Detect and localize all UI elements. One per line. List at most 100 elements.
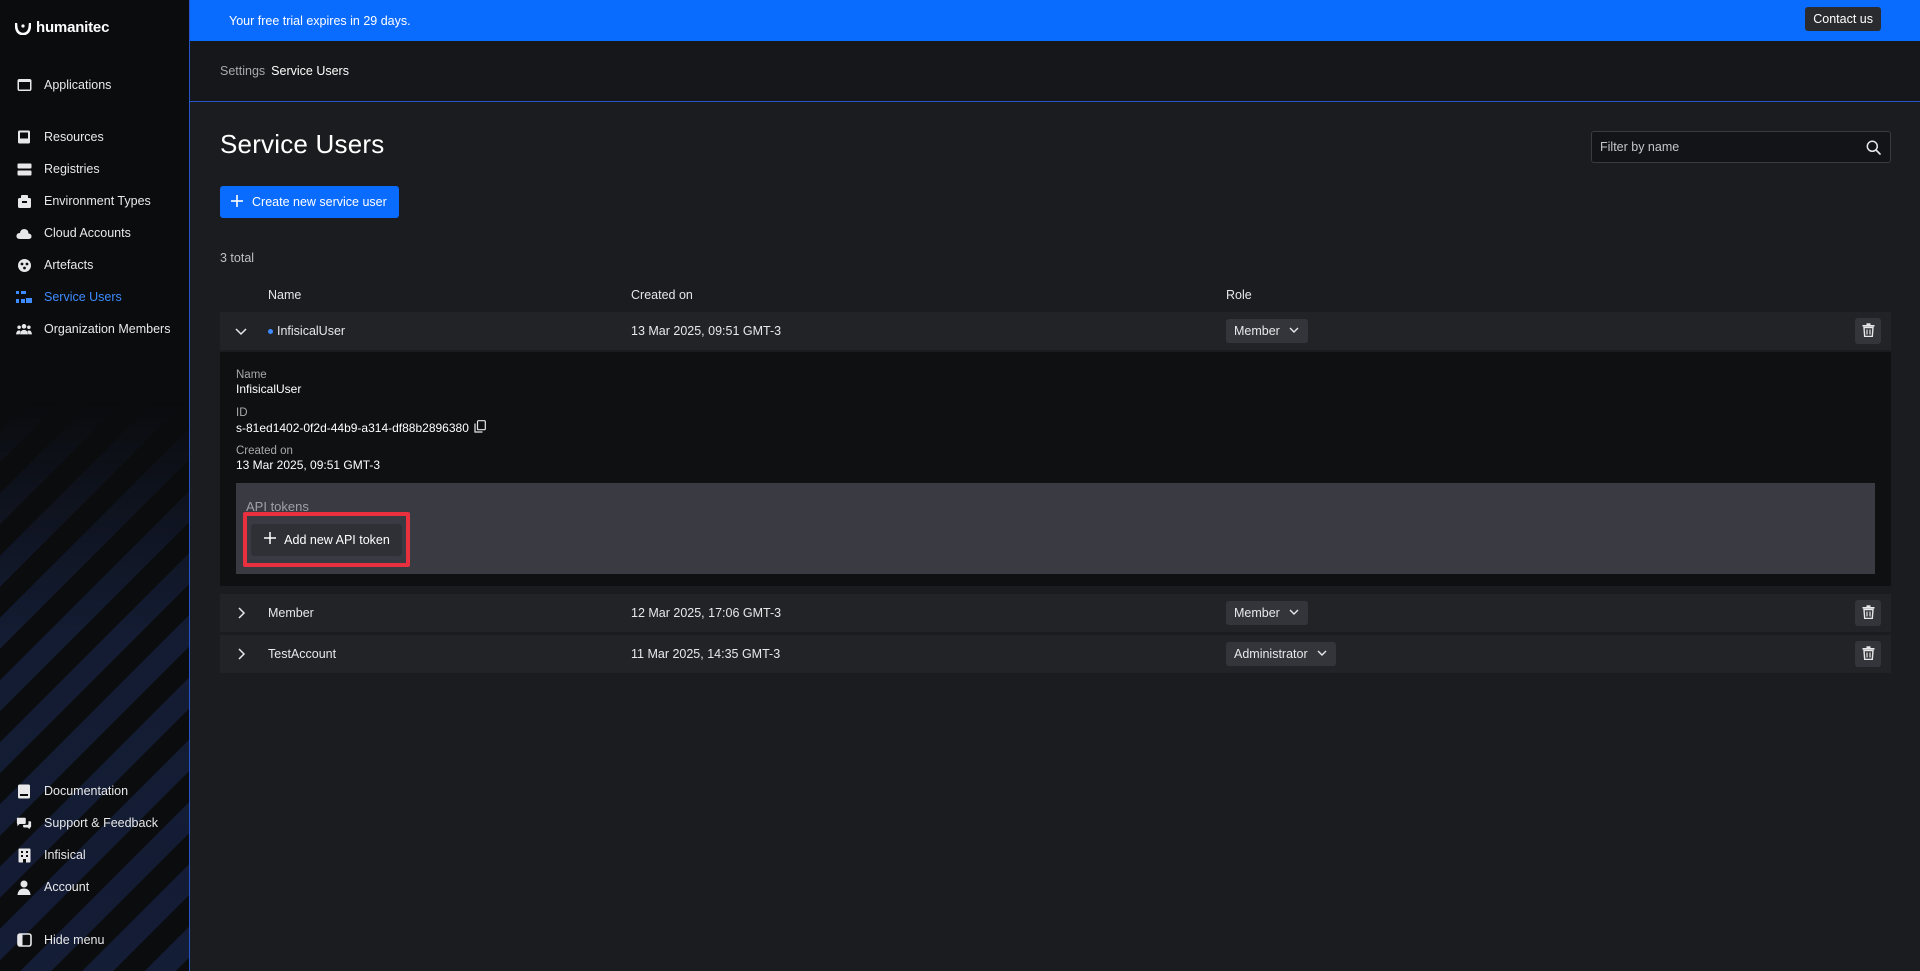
- sidebar-item-label: Cloud Accounts: [44, 226, 131, 240]
- sidebar-item-support-feedback[interactable]: Support & Feedback: [0, 810, 189, 836]
- sidebar-item-label: Organization Members: [44, 322, 171, 336]
- status-dot: [268, 328, 273, 334]
- chevron-down-icon: [1316, 647, 1328, 662]
- sidebar-item-label: Registries: [44, 162, 100, 176]
- sidebar-item-organization-members[interactable]: Organization Members: [0, 316, 189, 342]
- table-row[interactable]: TestAccount 11 Mar 2025, 14:35 GMT-3 Adm…: [220, 635, 1891, 673]
- sidebar-item-label: Environment Types: [44, 194, 151, 208]
- role-dropdown[interactable]: Member: [1226, 319, 1308, 343]
- sidebar-item-resources[interactable]: Resources: [0, 124, 189, 150]
- trash-icon: [1862, 322, 1875, 340]
- sidebar-item-label: Artefacts: [44, 258, 94, 272]
- sidebar-item-label: Resources: [44, 130, 104, 144]
- delete-button[interactable]: [1855, 641, 1881, 667]
- column-header-name: Name: [268, 288, 302, 302]
- trial-banner: Your free trial expires in 29 days. Cont…: [190, 0, 1920, 41]
- humanitec-logo[interactable]: humanitec: [14, 19, 109, 36]
- content-area: Service Users Create new service user 3 …: [190, 102, 1920, 971]
- sidebar-item-applications[interactable]: Applications: [0, 72, 189, 98]
- detail-id-label: ID: [236, 407, 248, 419]
- book-icon: [16, 783, 32, 799]
- sidebar-item-documentation[interactable]: Documentation: [0, 778, 189, 804]
- row-created: 11 Mar 2025, 14:35 GMT-3: [631, 647, 781, 661]
- artefacts-icon: [16, 257, 32, 273]
- role-value: Member: [1234, 606, 1280, 620]
- breadcrumb-current: Service Users: [271, 64, 349, 78]
- trial-message: Your free trial expires in 29 days.: [229, 13, 411, 28]
- sidebar-item-registries[interactable]: Registries: [0, 156, 189, 182]
- chat-icon: [16, 815, 32, 831]
- user-icon: [16, 879, 32, 895]
- detail-created-label: Created on: [236, 445, 293, 457]
- copy-icon[interactable]: [474, 420, 486, 436]
- sidebar-item-label: Applications: [44, 78, 112, 92]
- page-title: Service Users: [220, 129, 385, 159]
- add-api-token-button[interactable]: Add new API token: [251, 523, 402, 556]
- main-panel: Your free trial expires in 29 days. Cont…: [189, 0, 1920, 971]
- building-icon: [16, 847, 32, 863]
- detail-id-value: s-81ed1402-0f2d-44b9-a314-df88b2896380: [236, 420, 486, 436]
- create-service-user-label: Create new service user: [252, 195, 387, 209]
- role-value: Administrator: [1234, 647, 1308, 661]
- chevron-down-icon[interactable]: [234, 324, 248, 338]
- resources-icon: [16, 129, 32, 145]
- row-name: TestAccount: [268, 647, 337, 661]
- sidebar-item-label: Support & Feedback: [44, 816, 158, 830]
- create-service-user-button[interactable]: Create new service user: [220, 186, 399, 218]
- applications-icon: [16, 77, 32, 93]
- row-name-text: InfisicalUser: [277, 324, 346, 338]
- api-tokens-panel: API tokens Add new API token: [236, 483, 1875, 574]
- trash-icon: [1862, 604, 1875, 622]
- environment-types-icon: [16, 193, 32, 209]
- detail-name-value: InfisicalUser: [236, 382, 302, 396]
- row-name: InfisicalUser: [268, 324, 345, 338]
- humanitec-logo-icon: [14, 22, 32, 35]
- table-row[interactable]: Member 12 Mar 2025, 17:06 GMT-3 Member: [220, 594, 1891, 632]
- search-icon[interactable]: [1866, 140, 1881, 158]
- contact-us-button[interactable]: Contact us: [1805, 7, 1881, 31]
- chevron-right-icon[interactable]: [234, 606, 248, 620]
- role-value: Member: [1234, 324, 1280, 338]
- breadcrumb: Settings Service Users: [190, 41, 1920, 102]
- breadcrumb-settings[interactable]: Settings: [220, 64, 265, 78]
- sidebar-item-account[interactable]: Account: [0, 874, 189, 900]
- chevron-right-icon[interactable]: [234, 647, 248, 661]
- hide-menu-label: Hide menu: [44, 933, 105, 947]
- column-header-role: Role: [1226, 288, 1252, 302]
- column-header-created: Created on: [631, 288, 693, 302]
- chevron-down-icon: [1288, 324, 1300, 339]
- total-count: 3 total: [220, 251, 255, 265]
- service-user-details: Name InfisicalUser ID s-81ed1402-0f2d-44…: [220, 352, 1891, 586]
- sidebar-item-infisical[interactable]: Infisical: [0, 842, 189, 868]
- service-users-icon: [16, 289, 32, 305]
- delete-button[interactable]: [1855, 318, 1881, 344]
- table-row[interactable]: InfisicalUser 13 Mar 2025, 09:51 GMT-3 M…: [220, 312, 1891, 350]
- chevron-down-icon: [1288, 606, 1300, 621]
- role-dropdown[interactable]: Member: [1226, 601, 1308, 625]
- plus-icon: [230, 194, 244, 211]
- organization-members-icon: [16, 321, 32, 337]
- sidebar-item-cloud-accounts[interactable]: Cloud Accounts: [0, 220, 189, 246]
- row-created: 13 Mar 2025, 09:51 GMT-3: [631, 324, 782, 338]
- filter-by-name-field[interactable]: [1591, 131, 1891, 163]
- plus-icon: [263, 531, 277, 548]
- filter-input[interactable]: [1600, 140, 1850, 154]
- hide-menu-button[interactable]: Hide menu: [0, 927, 189, 953]
- detail-name-label: Name: [236, 369, 267, 381]
- role-dropdown[interactable]: Administrator: [1226, 642, 1336, 666]
- sidebar-item-label: Account: [44, 880, 90, 894]
- delete-button[interactable]: [1855, 600, 1881, 626]
- sidebar-item-environment-types[interactable]: Environment Types: [0, 188, 189, 214]
- row-name: Member: [268, 606, 314, 620]
- add-token-highlight: Add new API token: [243, 512, 410, 567]
- sidebar-item-label: Documentation: [44, 784, 129, 798]
- row-created: 12 Mar 2025, 17:06 GMT-3: [631, 606, 782, 620]
- sidebar-item-service-users[interactable]: Service Users: [0, 284, 189, 310]
- sidebar: humanitec Applications Resources Registr…: [0, 0, 189, 971]
- cloud-icon: [16, 225, 32, 241]
- add-api-token-label: Add new API token: [284, 532, 390, 547]
- sidebar-toggle-icon: [16, 932, 32, 948]
- detail-created-value: 13 Mar 2025, 09:51 GMT-3: [236, 458, 381, 472]
- sidebar-item-label: Service Users: [44, 290, 122, 304]
- sidebar-item-artefacts[interactable]: Artefacts: [0, 252, 189, 278]
